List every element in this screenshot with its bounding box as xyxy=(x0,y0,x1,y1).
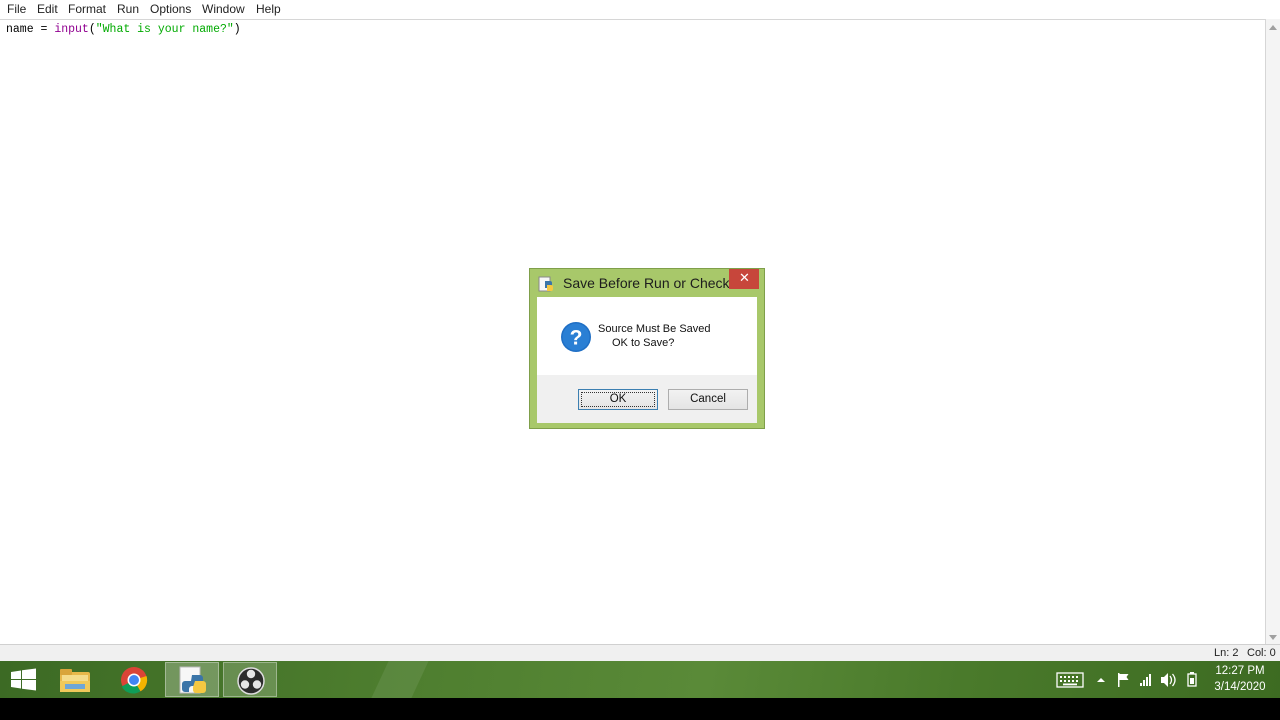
show-hidden-icons-icon[interactable] xyxy=(1096,675,1106,685)
menu-format[interactable]: Format xyxy=(68,2,106,16)
obs-icon xyxy=(237,667,265,695)
keyboard-icon[interactable] xyxy=(1056,671,1084,689)
code-paren-open: ( xyxy=(88,23,96,36)
action-center-flag-icon[interactable] xyxy=(1116,672,1132,688)
menu-edit[interactable]: Edit xyxy=(37,2,58,16)
status-bar: Ln: 2 Col: 0 xyxy=(0,644,1280,662)
save-before-run-dialog: Save Before Run or Check ✕ ? Source Must… xyxy=(529,268,765,429)
taskbar: 12:27 PM 3/14/2020 xyxy=(0,661,1280,698)
ok-button[interactable]: OK xyxy=(578,389,658,410)
dialog-message-line-2: OK to Save? xyxy=(612,337,675,349)
focus-rectangle xyxy=(581,392,655,407)
close-icon: ✕ xyxy=(739,270,750,285)
vertical-scrollbar[interactable] xyxy=(1266,19,1280,644)
menu-bar: File Edit Format Run Options Window Help xyxy=(0,0,1280,18)
code-string: "What is your name?" xyxy=(95,23,234,36)
cancel-button[interactable]: Cancel xyxy=(668,389,748,410)
code-operator: = xyxy=(33,23,55,36)
cancel-button-label: Cancel xyxy=(690,393,726,405)
code-paren-close: ) xyxy=(233,23,241,36)
code-variable: name xyxy=(6,23,34,36)
code-builtin: input xyxy=(54,23,89,36)
question-icon: ? xyxy=(561,322,591,352)
screen-bottom-border xyxy=(0,698,1280,720)
dialog-close-button[interactable]: ✕ xyxy=(729,269,759,289)
taskbar-obs[interactable] xyxy=(223,662,277,697)
start-button[interactable] xyxy=(0,662,54,697)
dialog-message-line-1: Source Must Be Saved xyxy=(598,323,711,335)
network-signal-icon[interactable] xyxy=(1139,672,1155,688)
folder-icon xyxy=(60,669,90,692)
scroll-down-arrow-icon[interactable] xyxy=(1269,635,1277,640)
menu-file[interactable]: File xyxy=(7,2,26,16)
code-line-1: name = input("What is your name?") xyxy=(6,23,241,37)
taskbar-python-idle[interactable] xyxy=(165,662,219,697)
volume-icon[interactable] xyxy=(1160,672,1178,688)
status-column: Col: 0 xyxy=(1247,647,1276,659)
question-glyph: ? xyxy=(570,327,583,350)
menu-window[interactable]: Window xyxy=(202,2,245,16)
clock-time[interactable]: 12:27 PM xyxy=(1208,665,1272,677)
status-line: Ln: 2 xyxy=(1214,647,1239,659)
menu-help[interactable]: Help xyxy=(256,2,281,16)
dialog-content: ? Source Must Be Saved OK to Save? OK Ca… xyxy=(537,297,757,423)
chrome-icon xyxy=(121,667,148,694)
windows-logo-icon xyxy=(11,668,36,691)
clock-date[interactable]: 3/14/2020 xyxy=(1208,681,1272,693)
menu-run[interactable]: Run xyxy=(117,2,139,16)
idle-app-icon xyxy=(538,276,553,292)
taskbar-chrome[interactable] xyxy=(107,662,161,697)
dialog-title: Save Before Run or Check xyxy=(563,275,730,291)
power-plug-icon[interactable] xyxy=(1184,671,1200,689)
menu-options[interactable]: Options xyxy=(150,2,191,16)
taskbar-file-explorer[interactable] xyxy=(48,662,102,697)
dialog-message-area: ? Source Must Be Saved OK to Save? xyxy=(537,297,757,375)
python-file-icon xyxy=(179,666,206,694)
scroll-up-arrow-icon[interactable] xyxy=(1269,25,1277,30)
